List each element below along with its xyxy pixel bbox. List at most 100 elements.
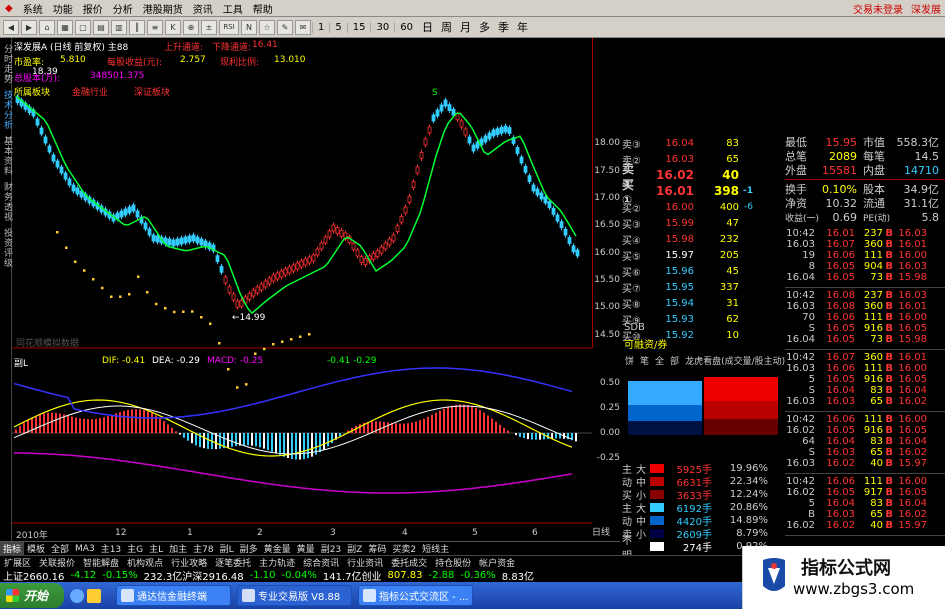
sector-finance[interactable]: 金融行业 xyxy=(72,85,108,98)
chart-icon[interactable]: ▤ xyxy=(93,19,109,35)
period-30min[interactable]: 30 xyxy=(370,21,394,33)
task-tdx[interactable]: 通达信金融终端 xyxy=(116,585,231,606)
left-tabs: 分时走势 技术分析 基本资料 财务透视 投资评级 xyxy=(0,38,12,548)
flow-tab-part[interactable]: 部 xyxy=(667,354,682,367)
day-tab[interactable]: 日线 xyxy=(592,525,622,541)
bid-row[interactable]: 买③ 15.99 47 xyxy=(622,215,757,231)
period-year[interactable]: 年 xyxy=(513,19,532,35)
start-button[interactable]: 开始 xyxy=(0,583,64,608)
menu-system[interactable]: 系统 xyxy=(18,1,48,16)
mail-icon[interactable]: ✉ xyxy=(295,19,311,35)
menu-analysis[interactable]: 分析 xyxy=(108,1,138,16)
candle-body xyxy=(487,132,492,140)
calc-icon[interactable]: ± xyxy=(201,19,217,35)
n-icon[interactable]: N xyxy=(241,19,257,35)
margin-label[interactable]: 可融资/券 xyxy=(624,336,667,351)
folder-icon[interactable] xyxy=(87,588,101,603)
ks-icon[interactable]: K xyxy=(165,19,181,35)
quote-tab[interactable]: 委托成交 xyxy=(387,556,431,569)
flow-tab-pie[interactable]: 饼 xyxy=(622,354,637,367)
tick-price: 16.05 xyxy=(826,487,855,498)
indicator-tab[interactable]: 黄金量 xyxy=(261,542,294,555)
pen-icon[interactable]: ✎ xyxy=(277,19,293,35)
menu-function[interactable]: 功能 xyxy=(48,1,78,16)
forward-icon[interactable]: ▶ xyxy=(21,19,37,35)
flow-tab-all[interactable]: 全 xyxy=(652,354,667,367)
ratio-label: 现利比例: xyxy=(220,58,260,68)
indicator-tab[interactable]: 副Z xyxy=(344,542,365,555)
tick-next: 16.01 xyxy=(898,301,927,312)
indicator-tab[interactable]: 短线主 xyxy=(419,542,452,555)
menu-help[interactable]: 帮助 xyxy=(248,1,278,16)
bid-row[interactable]: 买① 16.01 398 -1 xyxy=(622,178,757,207)
period-5min[interactable]: 5 xyxy=(329,21,346,33)
task-forum[interactable]: 指标公式交流区 - ... xyxy=(358,585,473,606)
candle-body xyxy=(271,274,276,282)
bid-row[interactable]: 买④ 15.98 232 xyxy=(622,231,757,247)
bid-row[interactable]: 买⑦ 15.95 337 xyxy=(622,279,757,295)
menu-hk-futures[interactable]: 港股期货 xyxy=(138,1,188,16)
ie-icon[interactable] xyxy=(70,588,84,603)
stack-icon[interactable]: ≡ xyxy=(147,19,163,35)
period-season[interactable]: 季 xyxy=(494,19,513,35)
zoom-icon[interactable]: ⊕ xyxy=(183,19,199,35)
period-day[interactable]: 日 xyxy=(418,19,437,35)
grid-icon[interactable]: ▦ xyxy=(57,19,73,35)
tick-list[interactable]: 10:42 16.01 237 B 16.03 16.03 16.07 360 B 16.01 19… xyxy=(785,228,945,536)
indicator-tab[interactable]: 黄量 xyxy=(294,542,318,555)
period-week[interactable]: 周 xyxy=(437,19,456,35)
indicator-tab[interactable]: 买卖2 xyxy=(389,542,419,555)
app-icon[interactable]: ◆ xyxy=(0,3,18,14)
bid-row[interactable]: 买⑤ 15.97 205 xyxy=(622,247,757,263)
indicator-tab[interactable]: 加主 xyxy=(166,542,190,555)
trade-login-status[interactable]: 交易未登录 xyxy=(849,1,907,16)
indicator-tab[interactable]: 主G xyxy=(124,542,146,555)
window-icon[interactable]: ▢ xyxy=(75,19,91,35)
signal-dot xyxy=(299,335,302,338)
period-15min[interactable]: 15 xyxy=(346,21,371,33)
bid-row[interactable]: 买⑥ 15.96 45 xyxy=(622,263,757,279)
period-1min[interactable]: 1 xyxy=(312,21,329,33)
rsi-icon[interactable]: RSI xyxy=(219,19,239,35)
indicator-tab[interactable]: 副多 xyxy=(237,542,261,555)
back-icon[interactable]: ◀ xyxy=(3,19,19,35)
stat-turn-value: 0.10% xyxy=(822,182,857,196)
tick-next: 16.03 xyxy=(898,228,927,239)
indicator-tab[interactable]: 主L xyxy=(146,542,166,555)
home-icon[interactable]: ⌂ xyxy=(39,19,55,35)
flow-tab-lhkp[interactable]: 龙虎看盘(成交量/股主动) xyxy=(682,354,788,367)
bars-icon[interactable]: ▥ xyxy=(111,19,127,35)
tick-row: 16.03 16.02 40 B 15.97 xyxy=(785,458,945,469)
quote-tab[interactable]: 智能解盘 xyxy=(79,556,123,569)
star-icon[interactable]: ☆ xyxy=(259,19,275,35)
kline-chart-area[interactable]: 深发展A (日线 前复权) 主88 上升通道: 下降通道: 16.41 市盈率:… xyxy=(12,38,598,541)
ask-row[interactable]: 卖③ 16.04 83 xyxy=(622,135,757,151)
period-60min[interactable]: 60 xyxy=(394,21,418,33)
macd-tick: 0.50 xyxy=(599,378,620,388)
period-multi[interactable]: 多 xyxy=(475,19,494,35)
tick-time: 16.03 xyxy=(786,301,815,312)
indicator-tab[interactable]: MA3 xyxy=(72,544,98,554)
sector-sz[interactable]: 深证板块 xyxy=(134,85,170,98)
indicator-tab[interactable]: 主78 xyxy=(190,542,216,555)
indicator-tab[interactable]: 主13 xyxy=(98,542,124,555)
menu-info[interactable]: 资讯 xyxy=(188,1,218,16)
total-shares-value: 348501.375 xyxy=(90,71,145,81)
flow-tab-tick[interactable]: 笔 xyxy=(637,354,652,367)
quote-tab[interactable]: 主力轨迹 xyxy=(255,556,299,569)
quote-tab[interactable]: 持仓股份 xyxy=(431,556,475,569)
task-trade[interactable]: 专业交易版 V8.88 xyxy=(237,585,352,606)
menu-quote[interactable]: 报价 xyxy=(78,1,108,16)
bid-row[interactable]: 买⑧ 15.94 31 xyxy=(622,295,757,311)
stat-eps-label: 收益(一) xyxy=(785,213,820,224)
bid-row[interactable]: 买② 16.00 400 -6 xyxy=(622,199,757,215)
indicator-tab[interactable]: 筹码 xyxy=(365,542,389,555)
period-month[interactable]: 月 xyxy=(456,19,475,35)
indicator-tab[interactable]: 全部 xyxy=(48,542,72,555)
indicator-tab[interactable]: 副23 xyxy=(318,542,344,555)
candle-icon[interactable]: ║ xyxy=(129,19,145,35)
indicator-tab[interactable]: 指标 xyxy=(0,542,25,555)
menu-tools[interactable]: 工具 xyxy=(218,1,248,16)
indicator-tab[interactable]: 模板 xyxy=(24,542,48,555)
indicator-tab[interactable]: 副L xyxy=(217,542,237,555)
